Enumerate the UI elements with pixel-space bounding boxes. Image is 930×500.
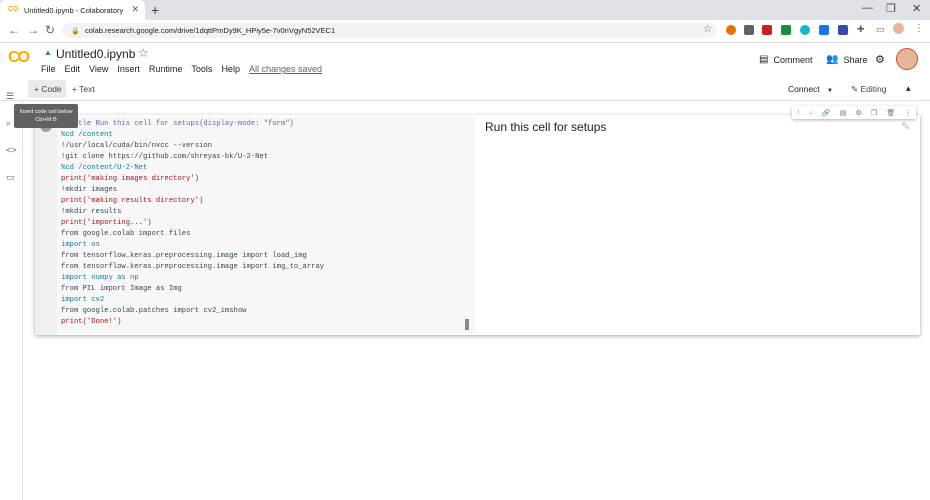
code-line: !/usr/local/cuda/bin/nvcc --version	[61, 142, 212, 150]
editing-label: Editing	[860, 84, 887, 94]
menu-tools[interactable]: Tools	[191, 64, 212, 74]
comment-icon: ▤	[759, 54, 769, 65]
move-down-icon[interactable]: ↓	[809, 109, 813, 116]
address-bar[interactable]: 🔒 colab.research.google.com/drive/1dqttP…	[62, 23, 717, 38]
close-tab-icon[interactable]: ✕	[131, 4, 139, 15]
extension-icon[interactable]	[744, 25, 754, 35]
colab-favicon-icon: CO	[8, 6, 19, 13]
files-folder-icon[interactable]: ▭	[6, 172, 15, 183]
cell-settings-icon[interactable]: ⚙	[855, 109, 861, 117]
url-text: colab.research.google.com/drive/1dqttPmD…	[85, 26, 336, 35]
browser-menu-icon[interactable]: ⋮	[914, 23, 924, 34]
connect-label: Connect	[788, 84, 820, 94]
reload-icon[interactable]: ↻	[45, 23, 55, 37]
menu-runtime[interactable]: Runtime	[149, 64, 183, 74]
code-line: print('making results directory')	[61, 197, 204, 205]
code-line: %cd /content	[61, 131, 113, 139]
menu-view[interactable]: View	[89, 64, 108, 74]
form-title: Run this cell for setups	[485, 120, 607, 134]
tooltip-line2: Ctrl+M B	[35, 117, 57, 123]
insert-code-tooltip: Insert code cell below Ctrl+M B	[14, 104, 78, 128]
notebook-title[interactable]: Untitled0.ipynb	[56, 47, 135, 61]
code-line: from tensorflow.keras.preprocessing.imag…	[61, 252, 307, 260]
code-line: from PIL import Image as Img	[61, 285, 182, 293]
delete-cell-icon[interactable]: 🗑	[886, 109, 895, 117]
puzzle-icon[interactable]: ✚	[857, 24, 865, 35]
minimize-icon[interactable]: —	[862, 2, 873, 14]
comment-button[interactable]: ▤ Comment	[759, 54, 812, 65]
colab-logo[interactable]: CO	[8, 50, 32, 66]
settings-gear-icon[interactable]: ⚙	[875, 53, 885, 66]
star-icon[interactable]: ☆	[138, 46, 149, 60]
code-line: !mkdir images	[61, 186, 118, 194]
editor-scrollbar[interactable]	[465, 319, 469, 330]
collapse-header-icon[interactable]: ▴	[906, 83, 911, 94]
code-line: #@title Run this cell for setups{display…	[61, 120, 294, 128]
comment-label: Comment	[773, 54, 813, 65]
save-status[interactable]: All changes saved	[249, 64, 322, 74]
add-code-button[interactable]: + Code	[34, 84, 62, 94]
code-line: print('importing...')	[61, 219, 152, 227]
connect-button[interactable]: Connect ▼	[788, 84, 833, 94]
drive-icon: ▲	[44, 48, 52, 57]
edit-form-pencil-icon[interactable]: ✎	[901, 120, 910, 133]
code-line: from tensorflow.keras.preprocessing.imag…	[61, 263, 325, 271]
extension-icon[interactable]	[819, 25, 829, 35]
tooltip-line1: Insert code cell below	[19, 109, 73, 115]
code-line: %cd /content/U-2-Net	[61, 164, 148, 172]
code-line: from google.colab.patches import cv2_ims…	[61, 307, 247, 315]
left-sidebar	[0, 100, 23, 500]
profile-avatar-icon[interactable]	[893, 23, 904, 34]
link-icon[interactable]: 🔗	[822, 109, 831, 117]
share-label: Share	[843, 54, 868, 65]
back-icon[interactable]: ←	[8, 23, 20, 37]
user-avatar[interactable]	[896, 48, 918, 70]
menu-file[interactable]: File	[41, 64, 56, 74]
extension-icon[interactable]	[762, 25, 772, 35]
menu-bar: File Edit View Insert Runtime Tools Help…	[41, 64, 322, 74]
extension-icon[interactable]	[781, 25, 791, 35]
cell-gutter	[35, 115, 57, 335]
code-line: !mkdir results	[61, 208, 122, 216]
comment-cell-icon[interactable]: ▤	[840, 109, 847, 117]
extension-icon[interactable]	[838, 25, 848, 35]
code-line: import os	[61, 241, 100, 249]
code-block[interactable]: #@title Run this cell for setups{display…	[61, 119, 324, 328]
share-people-icon: 👥	[826, 54, 839, 65]
forward-icon[interactable]: →	[27, 23, 39, 37]
tab-title: Untitled0.ipynb - Colaboratory	[24, 5, 124, 15]
lock-icon: 🔒	[71, 27, 80, 35]
code-line: !git clone https://github.com/shreyas-bk…	[61, 153, 269, 161]
move-up-icon[interactable]: ↑	[797, 109, 801, 116]
code-line: print('Done!')	[61, 318, 122, 326]
maximize-icon[interactable]: ❐	[886, 2, 896, 15]
close-window-icon[interactable]: ✕	[912, 2, 921, 15]
menu-help[interactable]: Help	[221, 64, 240, 74]
menu-insert[interactable]: Insert	[117, 64, 140, 74]
cell-toolbar: ↑ ↓ 🔗 ▤ ⚙ ❐ 🗑 ⋮	[792, 106, 916, 119]
browser-tab[interactable]: CO Untitled0.ipynb - Colaboratory ✕	[0, 0, 145, 20]
menu-edit[interactable]: Edit	[65, 64, 81, 74]
new-tab-icon[interactable]: +	[151, 2, 159, 18]
code-line: import cv2	[61, 296, 105, 304]
editing-mode-button[interactable]: ✎ Editing	[851, 84, 887, 95]
code-snippets-icon[interactable]: <>	[6, 145, 17, 155]
code-line: print('making images directory')	[61, 175, 200, 183]
extension-icon[interactable]	[726, 25, 736, 35]
bookmark-star-icon[interactable]: ☆	[703, 24, 712, 35]
code-line: from google.colab import files	[61, 230, 191, 238]
code-line: import numpy as np	[61, 274, 139, 282]
add-text-button[interactable]: + Text	[72, 84, 95, 94]
table-of-contents-icon[interactable]: ☰	[6, 91, 14, 102]
pencil-icon: ✎	[851, 84, 859, 94]
extension-icon[interactable]	[800, 25, 810, 35]
search-icon[interactable]: ⌕	[6, 118, 11, 129]
cast-icon[interactable]: ▭	[876, 24, 885, 35]
chevron-down-icon: ▼	[827, 88, 833, 94]
mirror-cell-icon[interactable]: ❐	[871, 109, 877, 117]
more-options-icon[interactable]: ⋮	[904, 109, 911, 117]
share-button[interactable]: 👥 Share	[826, 54, 867, 65]
